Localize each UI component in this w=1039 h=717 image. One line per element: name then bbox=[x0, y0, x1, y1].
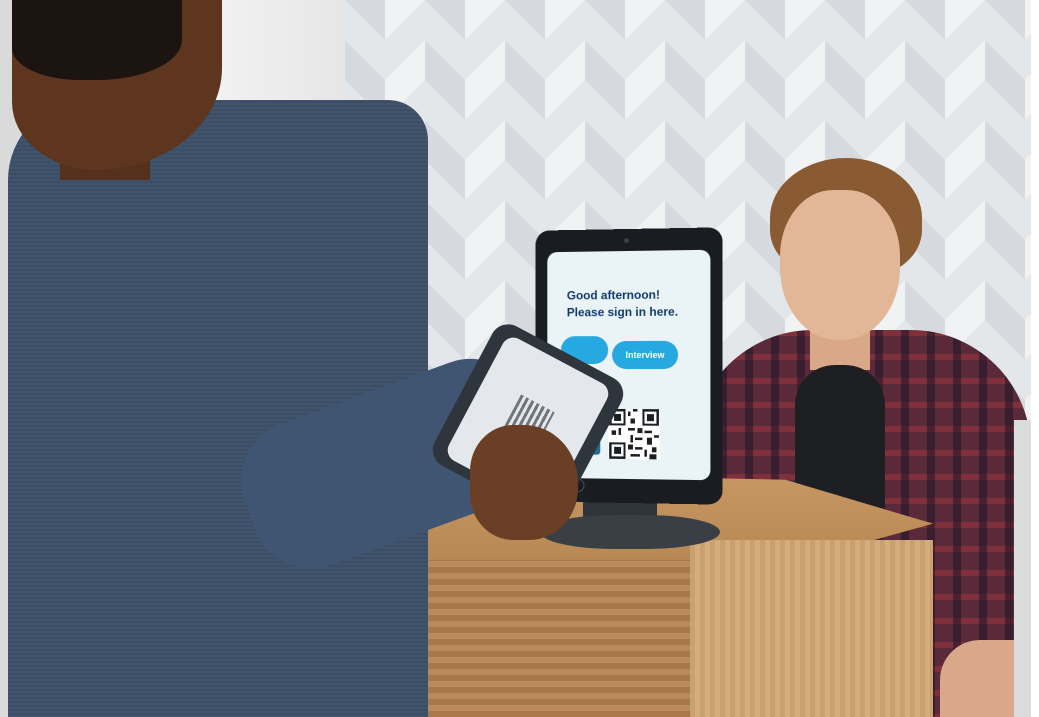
visitor-hair bbox=[12, 0, 182, 80]
receptionist-face bbox=[780, 190, 900, 340]
photo-scene: Good afternoon! Please sign in here. Int… bbox=[0, 0, 1031, 717]
camera-icon bbox=[624, 237, 629, 244]
qr-code-icon[interactable] bbox=[608, 408, 660, 460]
interview-button[interactable]: Interview bbox=[612, 340, 679, 370]
greeting-line-1: Good afternoon! bbox=[566, 287, 660, 303]
right-wall bbox=[1014, 420, 1031, 717]
desk-side bbox=[690, 540, 933, 717]
fine-print bbox=[563, 323, 682, 332]
greeting-line-2: Please sign in here. bbox=[566, 304, 679, 320]
visitor-hand bbox=[470, 425, 578, 540]
greeting-text: Good afternoon! Please sign in here. bbox=[567, 286, 707, 321]
